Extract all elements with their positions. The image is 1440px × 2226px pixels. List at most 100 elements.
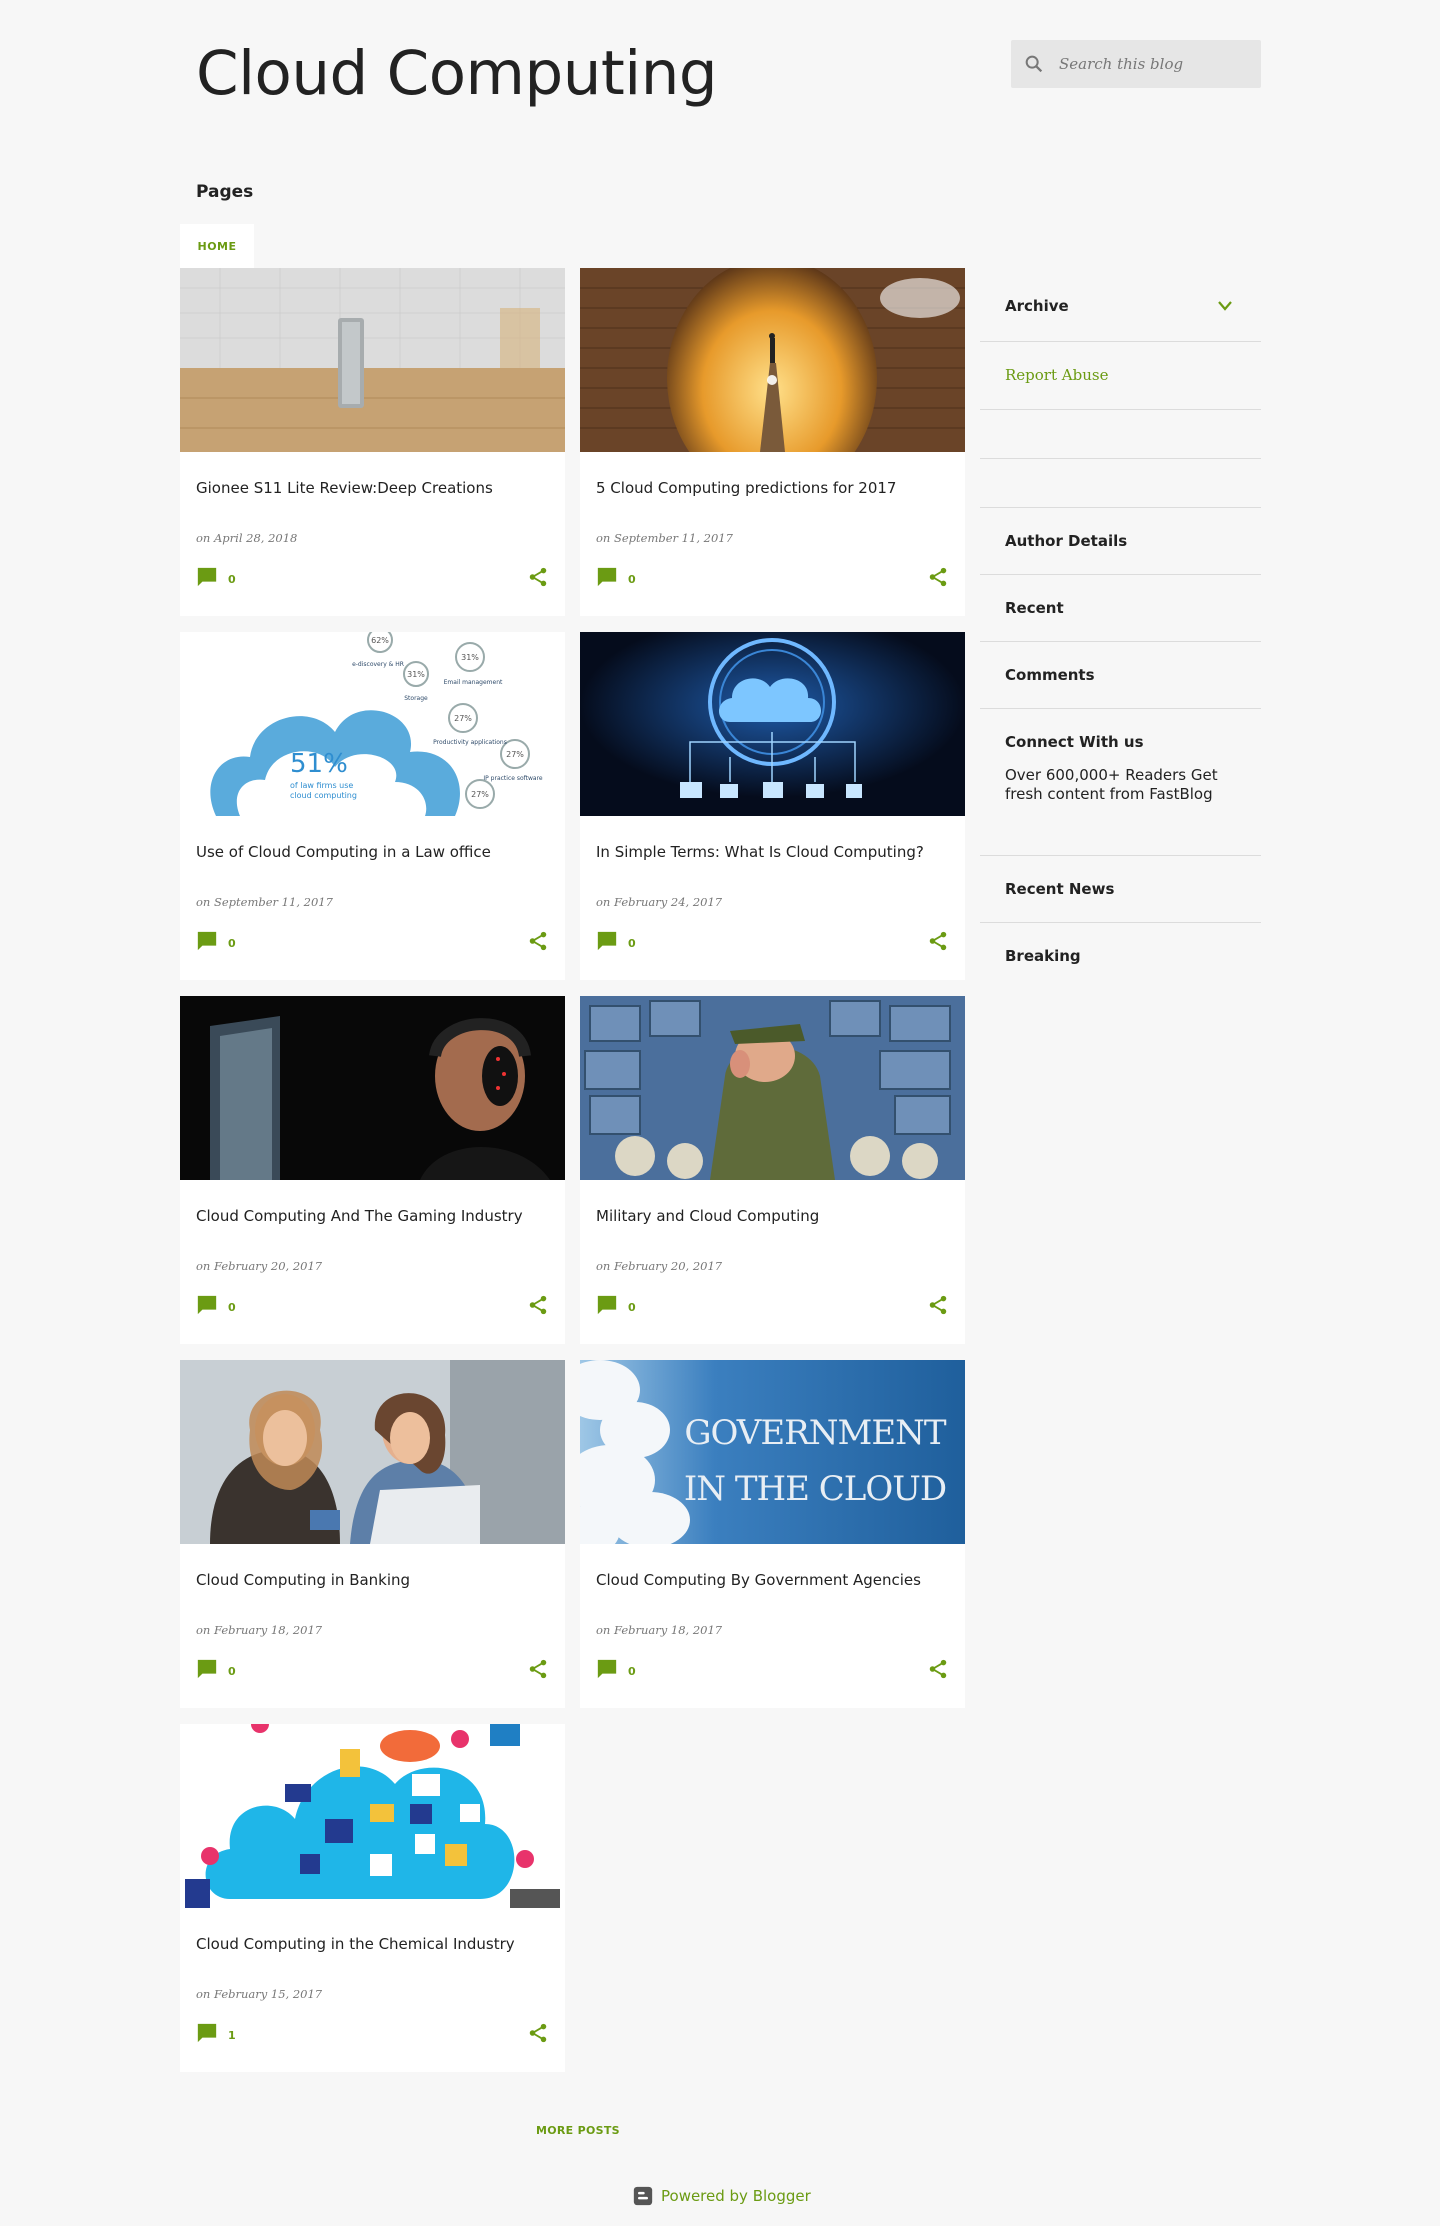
share-icon[interactable] (527, 2022, 549, 2044)
blog-title[interactable]: Cloud Computing (196, 38, 718, 109)
blogger-icon (633, 2186, 653, 2206)
post-title[interactable]: Cloud Computing in Banking (196, 1571, 410, 1589)
comment-icon[interactable] (596, 1294, 618, 1316)
search-icon[interactable] (1023, 53, 1045, 75)
comment-count: 0 (628, 572, 636, 586)
comment-icon[interactable] (596, 1658, 618, 1680)
comment-link[interactable]: 1 (196, 2022, 236, 2044)
post-date[interactable]: on April 28, 2018 (196, 531, 297, 545)
report-abuse-link[interactable]: Report Abuse (1005, 366, 1108, 384)
more-posts-link[interactable]: MORE POSTS (536, 2124, 620, 2137)
pages-heading: Pages (196, 182, 254, 202)
comment-link[interactable]: 0 (196, 1658, 236, 1680)
search-box[interactable] (1011, 40, 1261, 88)
comment-icon[interactable] (196, 1658, 218, 1680)
comment-count: 0 (228, 572, 236, 586)
post-title[interactable]: Cloud Computing in the Chemical Industry (196, 1935, 515, 1953)
tab-home[interactable]: HOME (180, 224, 254, 268)
post-date[interactable]: on September 11, 2017 (596, 531, 733, 545)
banner-line-2: IN THE CLOUD (684, 1469, 946, 1509)
post-date[interactable]: on February 18, 2017 (596, 1623, 722, 1637)
post-date[interactable]: on September 11, 2017 (196, 895, 333, 909)
post-image-cloud-network[interactable] (580, 632, 965, 816)
svg-text:31%: 31% (407, 670, 425, 679)
share-icon[interactable] (527, 930, 549, 952)
post-card: In Simple Terms: What Is Cloud Computing… (580, 632, 965, 980)
post-title[interactable]: In Simple Terms: What Is Cloud Computing… (596, 843, 924, 861)
post-image-law-infographic[interactable]: 51% of law firms use cloud computing 62%… (180, 632, 565, 816)
svg-text:Storage: Storage (404, 695, 428, 702)
comment-link[interactable]: 0 (196, 1294, 236, 1316)
post-image-gamer[interactable] (180, 996, 565, 1180)
post-card: GOVERNMENT IN THE CLOUD Cloud Computing … (580, 1360, 965, 1708)
comment-link[interactable]: 0 (196, 930, 236, 952)
post-image-military-cartoon[interactable] (580, 996, 965, 1180)
post-title[interactable]: Gionee S11 Lite Review:Deep Creations (196, 479, 493, 497)
svg-text:cloud computing: cloud computing (290, 791, 357, 800)
comment-link[interactable]: 0 (596, 930, 636, 952)
svg-text:27%: 27% (471, 790, 489, 799)
post-title[interactable]: Cloud Computing And The Gaming Industry (196, 1207, 523, 1225)
share-icon[interactable] (927, 566, 949, 588)
post-card: Gionee S11 Lite Review:Deep Creations on… (180, 268, 565, 616)
comment-icon[interactable] (596, 930, 618, 952)
divider (980, 708, 1261, 709)
divider (980, 458, 1261, 459)
post-image-sky-path[interactable] (580, 268, 965, 452)
post-card: Military and Cloud Computing on February… (580, 996, 965, 1344)
svg-text:62%: 62% (371, 636, 389, 645)
comment-icon[interactable] (196, 930, 218, 952)
post-title[interactable]: Use of Cloud Computing in a Law office (196, 843, 491, 861)
post-image-cloud-apps[interactable] (180, 1724, 565, 1908)
comment-link[interactable]: 0 (596, 1658, 636, 1680)
post-card: 5 Cloud Computing predictions for 2017 o… (580, 268, 965, 616)
post-date[interactable]: on February 15, 2017 (196, 1987, 322, 2001)
svg-text:Email management: Email management (444, 679, 503, 686)
sidebar-archive-label[interactable]: Archive (1005, 297, 1069, 315)
post-title[interactable]: 5 Cloud Computing predictions for 2017 (596, 479, 896, 497)
search-input[interactable] (1059, 55, 1239, 73)
share-icon[interactable] (527, 566, 549, 588)
divider (980, 922, 1261, 923)
post-image-government-cloud[interactable]: GOVERNMENT IN THE CLOUD (580, 1360, 965, 1544)
svg-text:of law firms use: of law firms use (290, 781, 353, 790)
share-icon[interactable] (527, 1294, 549, 1316)
post-title[interactable]: Military and Cloud Computing (596, 1207, 819, 1225)
svg-text:Productivity applications: Productivity applications (433, 739, 507, 746)
share-icon[interactable] (527, 1658, 549, 1680)
comment-count: 0 (628, 1300, 636, 1314)
divider (980, 574, 1261, 575)
post-date[interactable]: on February 18, 2017 (196, 1623, 322, 1637)
powered-by-blogger[interactable]: Powered by Blogger (633, 2186, 811, 2206)
sidebar-archive[interactable]: Archive (980, 297, 1261, 317)
post-card: Cloud Computing And The Gaming Industry … (180, 996, 565, 1344)
comment-count: 0 (228, 1300, 236, 1314)
comment-count: 0 (228, 936, 236, 950)
comment-icon[interactable] (596, 566, 618, 588)
post-card: Cloud Computing in Banking on February 1… (180, 1360, 565, 1708)
chevron-down-icon[interactable] (1217, 299, 1233, 313)
comment-link[interactable]: 0 (196, 566, 236, 588)
post-image-phone[interactable] (180, 268, 565, 452)
divider (980, 855, 1261, 856)
post-date[interactable]: on February 20, 2017 (196, 1259, 322, 1273)
comment-link[interactable]: 0 (596, 566, 636, 588)
post-title[interactable]: Cloud Computing By Government Agencies (596, 1571, 921, 1589)
comment-count: 1 (228, 2028, 236, 2042)
comment-icon[interactable] (196, 1294, 218, 1316)
comment-icon[interactable] (196, 566, 218, 588)
powered-by-text[interactable]: Powered by Blogger (661, 2187, 811, 2205)
post-date[interactable]: on February 20, 2017 (596, 1259, 722, 1273)
post-image-women-laptop[interactable] (180, 1360, 565, 1544)
share-icon[interactable] (927, 1658, 949, 1680)
share-icon[interactable] (927, 930, 949, 952)
divider (980, 641, 1261, 642)
divider (980, 409, 1261, 410)
comment-icon[interactable] (196, 2022, 218, 2044)
post-date[interactable]: on February 24, 2017 (596, 895, 722, 909)
comment-count: 0 (628, 1664, 636, 1678)
connect-text: Over 600,000+ Readers Get fresh content … (1005, 766, 1218, 803)
comment-link[interactable]: 0 (596, 1294, 636, 1316)
post-card: 51% of law firms use cloud computing 62%… (180, 632, 565, 980)
share-icon[interactable] (927, 1294, 949, 1316)
